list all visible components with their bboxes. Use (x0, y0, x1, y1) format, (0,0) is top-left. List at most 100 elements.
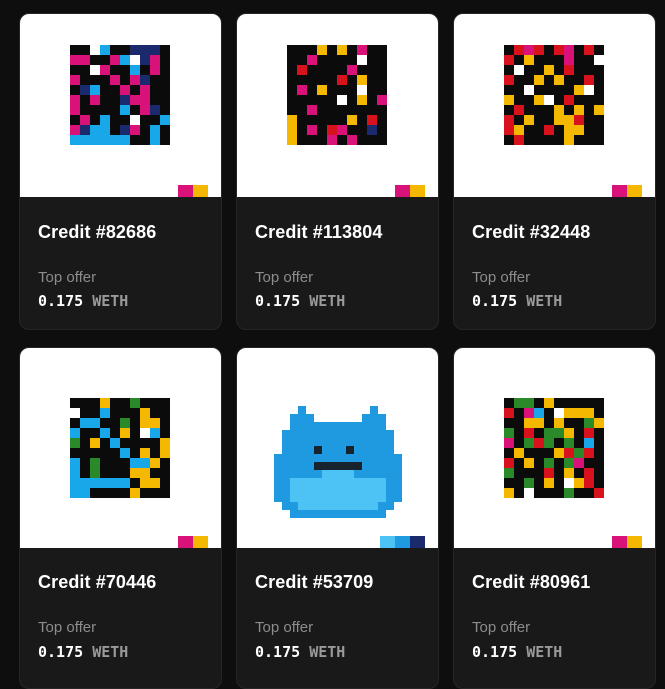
pixel (314, 478, 322, 486)
pixel (514, 95, 524, 105)
pixel-art (70, 398, 170, 498)
pixel (80, 488, 90, 498)
nft-card[interactable]: Credit #80961 Top offer 0.175 WETH (453, 347, 656, 689)
pixel (314, 502, 322, 510)
pixel (100, 468, 110, 478)
pixel (110, 408, 120, 418)
pixel (554, 55, 564, 65)
pixel (100, 75, 110, 85)
pixel (504, 448, 514, 458)
pixel (362, 462, 370, 470)
pixel (160, 105, 170, 115)
pixel (290, 414, 298, 422)
pixel (377, 65, 387, 75)
pixel (524, 488, 534, 498)
price-amount: 0.175 (255, 292, 301, 310)
pixel (297, 45, 307, 55)
pixel (594, 135, 604, 145)
pixel (282, 446, 290, 454)
pixel (370, 454, 378, 462)
pixel (307, 115, 317, 125)
pixel (504, 85, 514, 95)
pixel (70, 478, 80, 488)
pixel (274, 486, 282, 494)
pixel (110, 65, 120, 75)
pixel (110, 488, 120, 498)
nft-image[interactable] (454, 14, 655, 197)
pixel (594, 418, 604, 428)
pixel (140, 468, 150, 478)
pixel (120, 458, 130, 468)
pixel (524, 398, 534, 408)
pixel (150, 488, 160, 498)
nft-image[interactable] (20, 14, 221, 197)
pixel (564, 488, 574, 498)
pixel (370, 478, 378, 486)
pixel (367, 85, 377, 95)
pixel (337, 55, 347, 65)
color-swatch (612, 536, 642, 548)
pixel (362, 470, 370, 478)
pixel (362, 502, 370, 510)
pixel (594, 105, 604, 115)
pixel (160, 448, 170, 458)
pixel (90, 85, 100, 95)
pixel (338, 438, 346, 446)
pixel (297, 75, 307, 85)
pixel (290, 494, 298, 502)
pixel (80, 478, 90, 488)
swatch-block (395, 185, 410, 197)
pixel (330, 414, 338, 422)
price-currency: WETH (309, 292, 346, 310)
pixel (150, 438, 160, 448)
pixel (298, 454, 306, 462)
nft-image[interactable] (20, 348, 221, 548)
pixel (90, 408, 100, 418)
pixel (140, 55, 150, 65)
pixel (584, 95, 594, 105)
pixel (130, 55, 140, 65)
pixel (337, 125, 347, 135)
pixel (362, 446, 370, 454)
pixel (524, 448, 534, 458)
pixel (322, 438, 330, 446)
pixel (370, 494, 378, 502)
pixel (330, 502, 338, 510)
pixel (357, 95, 367, 105)
pixel (80, 428, 90, 438)
pixel (370, 462, 378, 470)
pixel (140, 75, 150, 85)
pixel (297, 65, 307, 75)
price-currency: WETH (526, 643, 563, 661)
pixel (504, 438, 514, 448)
pixel (110, 418, 120, 428)
nft-image[interactable] (454, 348, 655, 548)
nft-card[interactable]: Credit #32448 Top offer 0.175 WETH (453, 13, 656, 330)
pixel (287, 85, 297, 95)
pixel (346, 470, 354, 478)
pixel (90, 458, 100, 468)
nft-image[interactable] (237, 348, 438, 548)
pixel (90, 418, 100, 428)
card-title: Credit #80961 (472, 572, 591, 592)
nft-card[interactable]: Credit #82686 Top offer 0.175 WETH (19, 13, 222, 330)
pixel (70, 458, 80, 468)
pixel (534, 125, 544, 135)
nft-card[interactable]: Credit #113804 Top offer 0.175 WETH (236, 13, 439, 330)
pixel (394, 462, 402, 470)
color-swatch (380, 536, 425, 548)
pixel (564, 55, 574, 65)
price-amount: 0.175 (472, 643, 518, 661)
pixel (110, 45, 120, 55)
pixel (378, 446, 386, 454)
pixel (120, 65, 130, 75)
nft-card[interactable]: Credit #53709 Top offer 0.175 WETH (236, 347, 439, 689)
pixel (140, 478, 150, 488)
nft-image[interactable] (237, 14, 438, 197)
pixel (282, 502, 290, 510)
pixel (367, 125, 377, 135)
pixel (534, 438, 544, 448)
top-offer-label: Top offer (38, 269, 97, 286)
pixel (110, 75, 120, 85)
nft-card[interactable]: Credit #70446 Top offer 0.175 WETH (19, 347, 222, 689)
